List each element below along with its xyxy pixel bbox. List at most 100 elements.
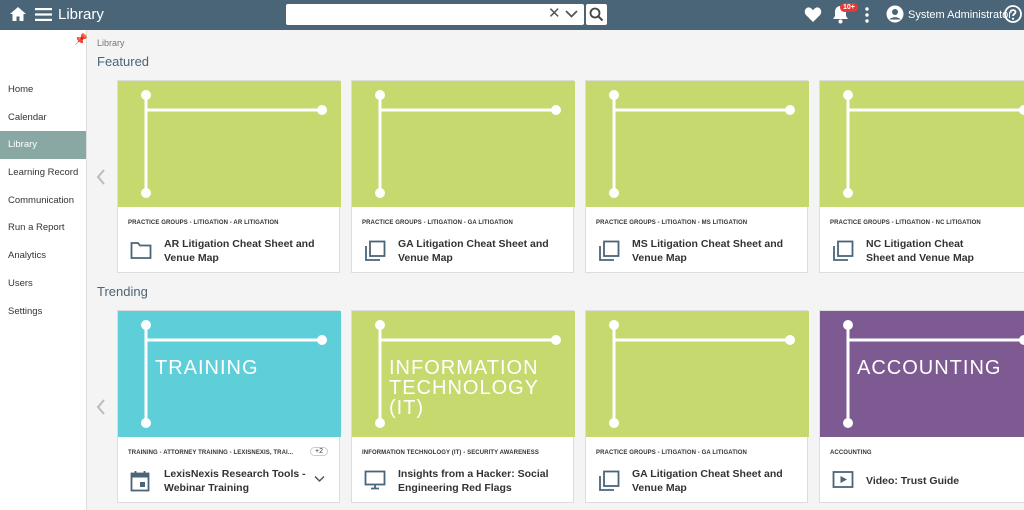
home-icon[interactable] bbox=[9, 5, 27, 23]
thumbnail-line-art bbox=[843, 418, 853, 428]
featured-card[interactable]: PRACTICE GROUPS - LITIGATION - NC LITIGA… bbox=[819, 80, 1024, 273]
card-category: PRACTICE GROUPS - LITIGATION - AR LITIGA… bbox=[128, 220, 279, 226]
chevron-down-icon[interactable] bbox=[314, 475, 325, 483]
card-thumbnail[interactable] bbox=[118, 81, 341, 207]
featured-card[interactable]: PRACTICE GROUPS - LITIGATION - AR LITIGA… bbox=[117, 80, 341, 273]
thumbnail-line-art bbox=[609, 90, 619, 100]
card-category: PRACTICE GROUPS - LITIGATION - NC LITIGA… bbox=[830, 220, 981, 226]
thumbnail-line-art bbox=[609, 188, 619, 198]
clear-icon[interactable]: ✕ bbox=[548, 6, 561, 22]
thumbnail-line-art bbox=[785, 335, 795, 345]
sidebar-item-library[interactable]: Library bbox=[0, 131, 86, 160]
card-title[interactable]: GA Litigation Cheat Sheet and Venue Map bbox=[632, 467, 787, 495]
card-category: ACCOUNTING bbox=[830, 450, 872, 456]
page-title: Library bbox=[58, 6, 104, 23]
featured-prev-arrow-icon[interactable] bbox=[95, 168, 107, 186]
card-category: PRACTICE GROUPS - LITIGATION - MS LITIGA… bbox=[596, 220, 748, 226]
extra-tags-badge[interactable]: +2 bbox=[310, 447, 328, 456]
card-category: TRAINING - ATTORNEY TRAINING - LEXISNEXI… bbox=[128, 450, 294, 456]
favorites-heart-icon[interactable] bbox=[804, 6, 822, 23]
card-title[interactable]: LexisNexis Research Tools - Webinar Trai… bbox=[164, 467, 319, 495]
card-title[interactable]: Video: Trust Guide bbox=[866, 474, 1021, 488]
chevron-down-icon[interactable] bbox=[565, 8, 578, 20]
breadcrumb[interactable]: Library bbox=[97, 38, 125, 48]
sidebar-item-home[interactable]: Home bbox=[0, 76, 86, 104]
folder-icon bbox=[130, 242, 152, 259]
sidebar: 📌 Home Calendar Library Learning Record … bbox=[0, 30, 88, 510]
video-icon bbox=[832, 471, 854, 488]
trending-heading: Trending bbox=[97, 284, 148, 299]
card-thumbnail[interactable]: TRAINING bbox=[118, 311, 341, 437]
search-button[interactable] bbox=[586, 4, 607, 25]
card-category: PRACTICE GROUPS - LITIGATION - GA LITIGA… bbox=[362, 220, 513, 226]
menu-icon[interactable] bbox=[35, 7, 52, 22]
thumbnail-line-art bbox=[375, 320, 385, 330]
card-thumbnail[interactable] bbox=[820, 81, 1024, 207]
card-thumbnail[interactable] bbox=[586, 311, 809, 437]
thumbnail-line-art bbox=[378, 95, 556, 193]
card-thumbnail[interactable] bbox=[586, 81, 809, 207]
sidebar-item-settings[interactable]: Settings bbox=[0, 298, 86, 326]
thumbnail-line-art bbox=[609, 320, 619, 330]
card-category: INFORMATION TECHNOLOGY (IT) - SECURITY A… bbox=[362, 450, 539, 456]
trending-card[interactable]: TRAINING TRAINING - ATTORNEY TRAINING - … bbox=[117, 310, 341, 503]
sidebar-item-learning-record[interactable]: Learning Record bbox=[0, 159, 86, 187]
thumbnail-line-art bbox=[1019, 335, 1024, 345]
trending-card[interactable]: INFORMATION TECHNOLOGY (IT) INFORMATION … bbox=[351, 310, 575, 503]
copy-icon bbox=[599, 470, 620, 491]
thumbnail-line-art bbox=[1019, 105, 1024, 115]
thumbnail-line-art bbox=[551, 105, 561, 115]
thumbnail-line-art bbox=[144, 95, 322, 193]
thumbnail-text: INFORMATION TECHNOLOGY (IT) bbox=[389, 357, 539, 419]
sidebar-item-run-a-report[interactable]: Run a Report bbox=[0, 214, 86, 242]
trending-card[interactable]: PRACTICE GROUPS - LITIGATION - GA LITIGA… bbox=[585, 310, 809, 503]
thumbnail-line-art bbox=[785, 105, 795, 115]
user-name[interactable]: System Administrator bbox=[908, 9, 1012, 21]
card-title[interactable]: GA Litigation Cheat Sheet and Venue Map bbox=[398, 237, 553, 265]
card-title[interactable]: AR Litigation Cheat Sheet and Venue Map bbox=[164, 237, 319, 265]
calendar-icon bbox=[130, 471, 150, 492]
thumbnail-line-art bbox=[843, 188, 853, 198]
thumbnail-text: ACCOUNTING bbox=[857, 357, 1002, 379]
trending-card[interactable]: ACCOUNTING ACCOUNTING Video: Trust Guide bbox=[819, 310, 1024, 503]
search-icon bbox=[589, 7, 604, 22]
help-icon[interactable] bbox=[1004, 5, 1022, 23]
card-thumbnail[interactable]: INFORMATION TECHNOLOGY (IT) bbox=[352, 311, 575, 437]
thumbnail-text: TRAINING bbox=[155, 357, 259, 379]
sidebar-item-users[interactable]: Users bbox=[0, 270, 86, 298]
thumbnail-line-art bbox=[141, 188, 151, 198]
search-input[interactable]: ✕ bbox=[286, 4, 584, 25]
copy-icon bbox=[599, 240, 620, 261]
thumbnail-line-art bbox=[141, 418, 151, 428]
card-category: PRACTICE GROUPS - LITIGATION - GA LITIGA… bbox=[596, 450, 747, 456]
featured-card[interactable]: PRACTICE GROUPS - LITIGATION - GA LITIGA… bbox=[351, 80, 575, 273]
copy-icon bbox=[365, 240, 386, 261]
monitor-icon bbox=[364, 470, 386, 490]
card-title[interactable]: MS Litigation Cheat Sheet and Venue Map bbox=[632, 237, 787, 265]
thumbnail-line-art bbox=[375, 90, 385, 100]
thumbnail-line-art bbox=[141, 90, 151, 100]
thumbnail-line-art bbox=[375, 188, 385, 198]
sidebar-item-calendar[interactable]: Calendar bbox=[0, 104, 86, 132]
thumbnail-line-art bbox=[551, 335, 561, 345]
thumbnail-line-art bbox=[843, 90, 853, 100]
sidebar-item-communication[interactable]: Communication bbox=[0, 187, 86, 215]
notification-badge: 10+ bbox=[840, 3, 858, 12]
main-content: Library Featured PRACTICE GROUPS - LITIG… bbox=[88, 30, 1024, 510]
user-avatar-icon[interactable] bbox=[886, 5, 904, 23]
featured-heading: Featured bbox=[97, 54, 150, 69]
thumbnail-line-art bbox=[317, 335, 327, 345]
thumbnail-line-art bbox=[375, 418, 385, 428]
card-thumbnail[interactable]: ACCOUNTING bbox=[820, 311, 1024, 437]
pin-icon[interactable]: 📌 bbox=[74, 33, 88, 46]
top-bar: Library ✕ 10+ System Administrator bbox=[0, 0, 1024, 30]
thumbnail-line-art bbox=[612, 95, 790, 193]
card-title[interactable]: NC Litigation Cheat Sheet and Venue Map bbox=[866, 237, 991, 265]
thumbnail-line-art bbox=[843, 320, 853, 330]
trending-prev-arrow-icon[interactable] bbox=[95, 398, 107, 416]
featured-card[interactable]: PRACTICE GROUPS - LITIGATION - MS LITIGA… bbox=[585, 80, 809, 273]
card-thumbnail[interactable] bbox=[352, 81, 575, 207]
card-title[interactable]: Insights from a Hacker: Social Engineeri… bbox=[398, 467, 553, 495]
sidebar-item-analytics[interactable]: Analytics bbox=[0, 242, 86, 270]
more-options-icon[interactable] bbox=[865, 7, 869, 23]
